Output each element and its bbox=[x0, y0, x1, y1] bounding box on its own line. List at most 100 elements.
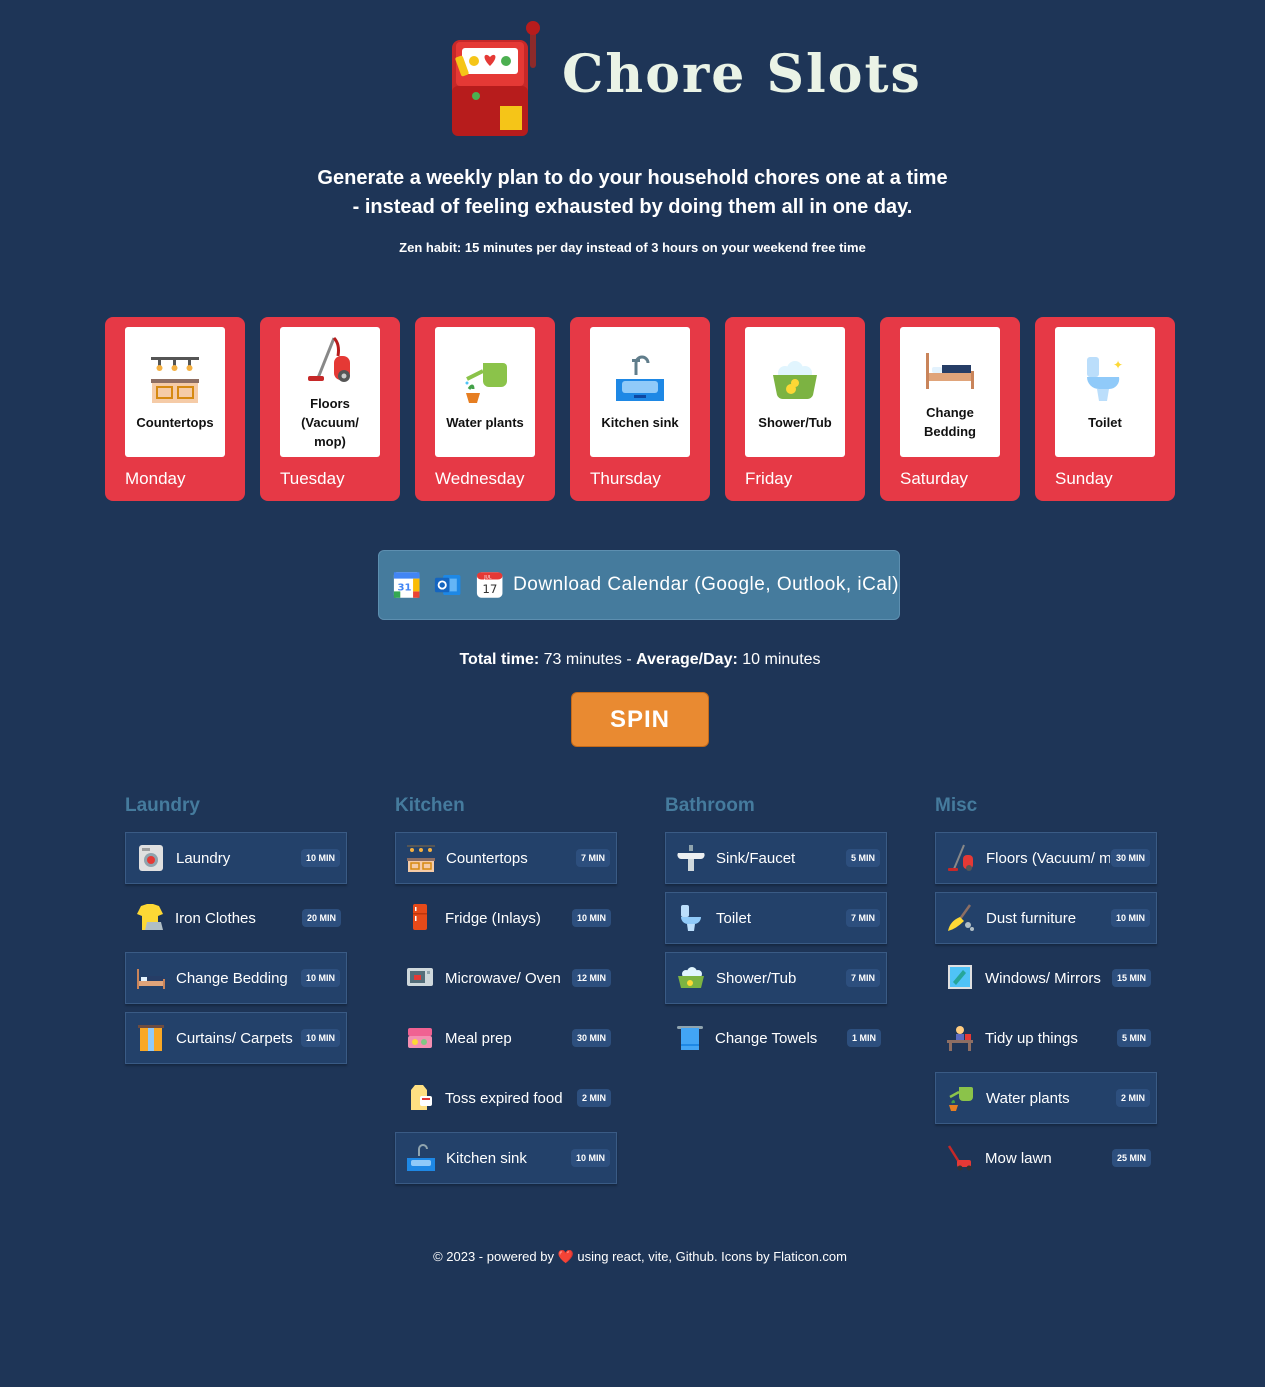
day-chore-label: Water plants bbox=[446, 414, 524, 430]
washing-machine-icon bbox=[139, 845, 163, 871]
iron-shirt-icon bbox=[137, 904, 163, 930]
tagline-line-2: - instead of feeling exhausted by doing … bbox=[352, 196, 913, 218]
chore-item-dust-furniture[interactable]: Dust furniture 10 MIN bbox=[935, 892, 1157, 944]
bed-icon bbox=[926, 353, 974, 389]
window-cleaning-icon bbox=[948, 965, 972, 989]
total-time-label: Total time: bbox=[459, 651, 540, 668]
outlook-icon bbox=[435, 574, 461, 596]
chore-item-change-bedding[interactable]: Change Bedding 10 MIN bbox=[125, 952, 347, 1004]
countertops-icon bbox=[407, 845, 435, 872]
category-heading: Bathroom bbox=[665, 795, 755, 816]
chore-item-toss-expired-food[interactable]: Toss expired food 2 MIN bbox=[395, 1072, 617, 1124]
time-badge: 2 MIN bbox=[1115, 1089, 1150, 1107]
day-slot-sunday: ✦ Toilet Sunday bbox=[1035, 317, 1175, 501]
day-name: Wednesday bbox=[435, 469, 525, 488]
chore-item-laundry[interactable]: Laundry 10 MIN bbox=[125, 832, 347, 884]
total-time-summary: Total time: 73 minutes - Average/Day: 10… bbox=[0, 651, 1265, 669]
lawn-mower-icon bbox=[947, 1145, 972, 1171]
chore-name: Change Bedding bbox=[176, 969, 288, 987]
time-badge: 25 MIN bbox=[1111, 1149, 1151, 1167]
vacuum-icon bbox=[308, 336, 350, 382]
toilet-icon bbox=[681, 905, 701, 931]
time-badge: 7 MIN bbox=[845, 969, 880, 987]
watering-can-icon bbox=[465, 362, 507, 403]
chore-item-water-plants[interactable]: Water plants 2 MIN bbox=[935, 1072, 1157, 1124]
chore-item-shower-tub[interactable]: Shower/Tub 7 MIN bbox=[665, 952, 887, 1004]
chore-name: Floors (Vacuum/ mop) bbox=[986, 849, 1110, 867]
svg-text:31: 31 bbox=[398, 582, 412, 593]
day-name: Monday bbox=[125, 469, 186, 488]
ical-month: JUL bbox=[483, 575, 492, 581]
day-slot-saturday: Change Bedding Saturday bbox=[880, 317, 1020, 501]
day-name: Sunday bbox=[1055, 469, 1113, 488]
vacuum-icon bbox=[948, 844, 973, 871]
day-name: Saturday bbox=[900, 469, 969, 488]
day-slot-wednesday: Water plants Wednesday bbox=[415, 317, 555, 501]
time-badge: 7 MIN bbox=[575, 849, 610, 867]
tagline-line-1: Generate a weekly plan to do your househ… bbox=[317, 167, 948, 189]
chore-name: Toilet bbox=[716, 909, 752, 927]
time-badge: 10 MIN bbox=[300, 849, 340, 867]
chore-item-iron-clothes[interactable]: Iron Clothes 20 MIN bbox=[125, 892, 347, 944]
average-per-day-label: Average/Day: bbox=[636, 651, 738, 668]
time-badge: 5 MIN bbox=[1116, 1029, 1151, 1047]
chore-name: Windows/ Mirrors bbox=[985, 969, 1101, 987]
slot-machine-icon bbox=[452, 21, 540, 136]
day-slot-monday: Countertops Monday bbox=[105, 317, 245, 501]
time-badge: 10 MIN bbox=[571, 909, 611, 927]
category-bathroom: Bathroom Sink/Faucet 5 MIN Toilet 7 MIN … bbox=[665, 795, 887, 1072]
time-badge: 12 MIN bbox=[571, 969, 611, 987]
time-badge: 7 MIN bbox=[845, 909, 880, 927]
day-chore-label: Floors (Vacuum/ mop) bbox=[301, 395, 359, 449]
day-card: Change Bedding bbox=[900, 327, 1000, 457]
time-badge: 30 MIN bbox=[571, 1029, 611, 1047]
chore-item-curtains-carpets[interactable]: Curtains/ Carpets 10 MIN bbox=[125, 1012, 347, 1064]
sink-icon bbox=[616, 355, 664, 401]
time-badge: 10 MIN bbox=[570, 1149, 610, 1167]
chore-name: Water plants bbox=[986, 1089, 1070, 1107]
time-badge: 20 MIN bbox=[301, 909, 341, 927]
toilet-icon: ✦ bbox=[1087, 356, 1123, 401]
chore-item-kitchen-sink[interactable]: Kitchen sink 10 MIN bbox=[395, 1132, 617, 1184]
bathtub-icon bbox=[773, 360, 817, 399]
spin-button[interactable]: SPIN bbox=[571, 692, 709, 747]
chore-name: Tidy up things bbox=[985, 1029, 1078, 1047]
chore-item-microwave-oven[interactable]: Microwave/ Oven 12 MIN bbox=[395, 952, 617, 1004]
day-card: Shower/Tub bbox=[745, 327, 845, 457]
day-chore-label: Change Bedding bbox=[924, 405, 976, 439]
towel-icon bbox=[677, 1026, 703, 1050]
download-calendar-button[interactable]: 31 JUL 17 Download Calendar (Google, Out… bbox=[378, 550, 900, 620]
footer-credits: using react, vite, Github. Icons by Flat… bbox=[577, 1249, 847, 1264]
day-chore-label: Kitchen sink bbox=[601, 414, 679, 430]
day-chore-label: Shower/Tub bbox=[758, 414, 832, 430]
chore-item-countertops[interactable]: Countertops 7 MIN bbox=[395, 832, 617, 884]
chore-item-sink-faucet[interactable]: Sink/Faucet 5 MIN bbox=[665, 832, 887, 884]
chore-item-tidy-up-things[interactable]: Tidy up things 5 MIN bbox=[935, 1012, 1157, 1064]
chore-name: Fridge (Inlays) bbox=[445, 909, 541, 927]
chore-item-fridge[interactable]: Fridge (Inlays) 10 MIN bbox=[395, 892, 617, 944]
chore-name: Iron Clothes bbox=[175, 909, 256, 927]
milk-carton-icon bbox=[411, 1085, 432, 1110]
download-calendar-label: Download Calendar (Google, Outlook, iCal… bbox=[513, 574, 899, 595]
time-badge: 10 MIN bbox=[300, 1029, 340, 1047]
average-per-day-value: 10 minutes bbox=[742, 651, 821, 668]
svg-text:✦: ✦ bbox=[1113, 358, 1123, 372]
chore-item-meal-prep[interactable]: Meal prep 30 MIN bbox=[395, 1012, 617, 1064]
chore-item-mow-lawn[interactable]: Mow lawn 25 MIN bbox=[935, 1132, 1157, 1184]
chore-item-toilet[interactable]: Toilet 7 MIN bbox=[665, 892, 887, 944]
day-name: Thursday bbox=[590, 469, 661, 488]
sink-icon bbox=[407, 1144, 435, 1171]
curtains-icon bbox=[138, 1025, 164, 1051]
day-name: Friday bbox=[745, 469, 793, 488]
chore-item-floors[interactable]: Floors (Vacuum/ mop) 30 MIN bbox=[935, 832, 1157, 884]
footer: © 2023 - powered by ❤️ using react, vite… bbox=[0, 1249, 1265, 1265]
chore-item-change-towels[interactable]: Change Towels 1 MIN bbox=[665, 1012, 887, 1064]
chore-name: Shower/Tub bbox=[716, 969, 797, 987]
category-heading: Kitchen bbox=[395, 795, 465, 816]
chore-item-windows-mirrors[interactable]: Windows/ Mirrors 15 MIN bbox=[935, 952, 1157, 1004]
fridge-icon bbox=[413, 904, 427, 930]
time-badge: 30 MIN bbox=[1110, 849, 1150, 867]
chore-name: Change Towels bbox=[715, 1029, 818, 1047]
category-laundry: Laundry Laundry 10 MIN Iron Clothes 20 M… bbox=[125, 795, 347, 1072]
chore-name: Sink/Faucet bbox=[716, 849, 796, 867]
